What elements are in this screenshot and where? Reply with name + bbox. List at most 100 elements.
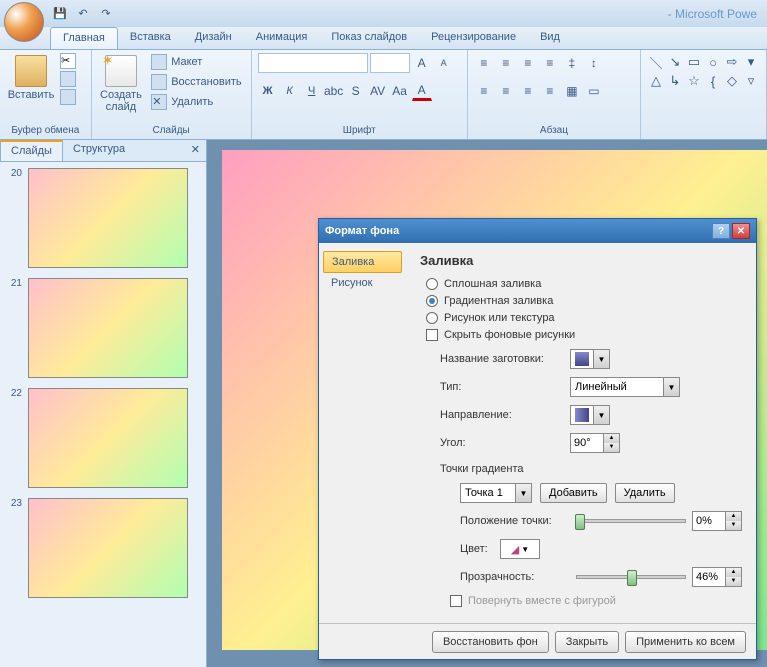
thumb-row[interactable]: 20 [6,168,200,268]
position-value[interactable] [693,515,725,527]
shape-line-icon[interactable]: ＼ [647,53,665,71]
nav-fill[interactable]: Заливка [323,251,402,273]
transparency-slider[interactable] [576,575,686,579]
transparency-value[interactable] [693,571,725,583]
add-stop-button[interactable]: Добавить [540,483,607,503]
grow-font-icon[interactable]: A [412,53,432,73]
char-spacing-button[interactable]: AV [368,81,388,101]
spin-down-icon[interactable]: ▼ [725,577,741,586]
align-center-button[interactable]: ≡ [496,81,516,101]
thumb-row[interactable]: 22 [6,388,200,488]
save-icon[interactable]: 💾 [50,4,70,24]
numbering-button[interactable]: ≡ [496,53,516,73]
preset-combo[interactable]: ▼ [570,349,610,369]
font-color-button[interactable]: A [412,81,432,101]
cut-icon[interactable]: ✂ [60,53,76,69]
nav-picture[interactable]: Рисунок [323,273,402,293]
tab-home[interactable]: Главная [50,27,118,49]
angle-spinner[interactable]: ▲▼ [570,433,620,453]
tab-view[interactable]: Вид [528,27,572,49]
slide-thumbnail[interactable] [28,278,188,378]
shape-oval-icon[interactable]: ○ [704,53,722,71]
align-left-button[interactable]: ≡ [474,81,494,101]
thumb-row[interactable]: 21 [6,278,200,378]
spin-up-icon[interactable]: ▲ [725,512,741,521]
tab-slideshow[interactable]: Показ слайдов [319,27,419,49]
thumbnails-list[interactable]: 20 21 22 23 [0,162,206,667]
spin-down-icon[interactable]: ▼ [603,443,619,452]
change-case-button[interactable]: Aa [390,81,410,101]
bold-button[interactable]: Ж [258,81,278,101]
indent-decrease-button[interactable]: ≡ [518,53,538,73]
tab-design[interactable]: Дизайн [183,27,244,49]
close-panel-icon[interactable]: ✕ [185,140,206,161]
shape-more-icon[interactable]: ▾ [742,53,760,71]
undo-icon[interactable]: ↶ [73,4,93,24]
help-button[interactable]: ? [712,223,730,239]
new-slide-button[interactable]: Создать слайд [98,53,145,115]
radio-gradient-fill[interactable] [426,295,438,307]
position-spinner[interactable]: ▲▼ [692,511,742,531]
tab-review[interactable]: Рецензирование [419,27,528,49]
close-icon[interactable]: ✕ [732,223,750,239]
angle-value[interactable] [571,437,603,449]
tab-animation[interactable]: Анимация [244,27,320,49]
paste-button[interactable]: Вставить [6,53,56,103]
remove-stop-button[interactable]: Удалить [615,483,675,503]
shape-triangle-icon[interactable]: △ [647,72,665,90]
strike-button[interactable]: abc [324,81,344,101]
layout-button[interactable]: Макет [148,53,244,71]
dialog-titlebar[interactable]: Формат фона ? ✕ [319,219,756,243]
tab-insert[interactable]: Вставка [118,27,183,49]
radio-picture-fill[interactable] [426,312,438,324]
office-button[interactable] [4,2,44,42]
italic-button[interactable]: К [280,81,300,101]
radio-solid-fill[interactable] [426,278,438,290]
thumb-row[interactable]: 23 [6,498,200,598]
slide-thumbnail[interactable] [28,498,188,598]
restore-button[interactable]: Восстановить [148,73,244,91]
slider-thumb[interactable] [575,514,585,530]
font-family-combo[interactable] [258,53,368,73]
indent-increase-button[interactable]: ≡ [540,53,560,73]
close-button[interactable]: Закрыть [555,631,619,653]
stop-combo[interactable]: Точка 1▼ [460,483,532,503]
check-hide-bg[interactable] [426,329,438,341]
spin-up-icon[interactable]: ▲ [603,434,619,443]
spin-down-icon[interactable]: ▼ [725,521,741,530]
transparency-spinner[interactable]: ▲▼ [692,567,742,587]
shape-rect-icon[interactable]: ▭ [685,53,703,71]
slider-thumb[interactable] [627,570,637,586]
position-slider[interactable] [576,519,686,523]
delete-button[interactable]: ✕Удалить [148,93,244,111]
color-picker-button[interactable]: ◢▼ [500,539,540,559]
shape-arrow-icon[interactable]: ↘ [666,53,684,71]
type-combo[interactable]: Линейный▼ [570,377,680,397]
slide-thumbnail[interactable] [28,388,188,488]
justify-button[interactable]: ≡ [540,81,560,101]
spin-up-icon[interactable]: ▲ [725,568,741,577]
slide-thumbnail[interactable] [28,168,188,268]
text-direction-button[interactable]: ↕ [584,53,604,73]
direction-combo[interactable]: ▼ [570,405,610,425]
convert-smartart-button[interactable]: ▭ [584,81,604,101]
line-spacing-button[interactable]: ‡ [562,53,582,73]
bullets-button[interactable]: ≡ [474,53,494,73]
reset-button[interactable]: Восстановить фон [432,631,549,653]
redo-icon[interactable]: ↷ [96,4,116,24]
shapes-gallery[interactable]: ＼ ↘ ▭ ○ ⇨ ▾ △ ↳ ☆ { ◇ ▿ [647,53,760,90]
shape-callout-icon[interactable]: ◇ [723,72,741,90]
shape-brace-icon[interactable]: { [704,72,722,90]
copy-icon[interactable] [60,71,76,87]
columns-button[interactable]: ▦ [562,81,582,101]
tab-slides-panel[interactable]: Слайды [0,140,63,161]
shape-connector-icon[interactable]: ↳ [666,72,684,90]
align-right-button[interactable]: ≡ [518,81,538,101]
shape-arrowblock-icon[interactable]: ⇨ [723,53,741,71]
font-size-combo[interactable] [370,53,410,73]
shape-star-icon[interactable]: ☆ [685,72,703,90]
tab-outline-panel[interactable]: Структура [63,140,135,161]
shape-scroll-icon[interactable]: ▿ [742,72,760,90]
shadow-button[interactable]: S [346,81,366,101]
underline-button[interactable]: Ч [302,81,322,101]
